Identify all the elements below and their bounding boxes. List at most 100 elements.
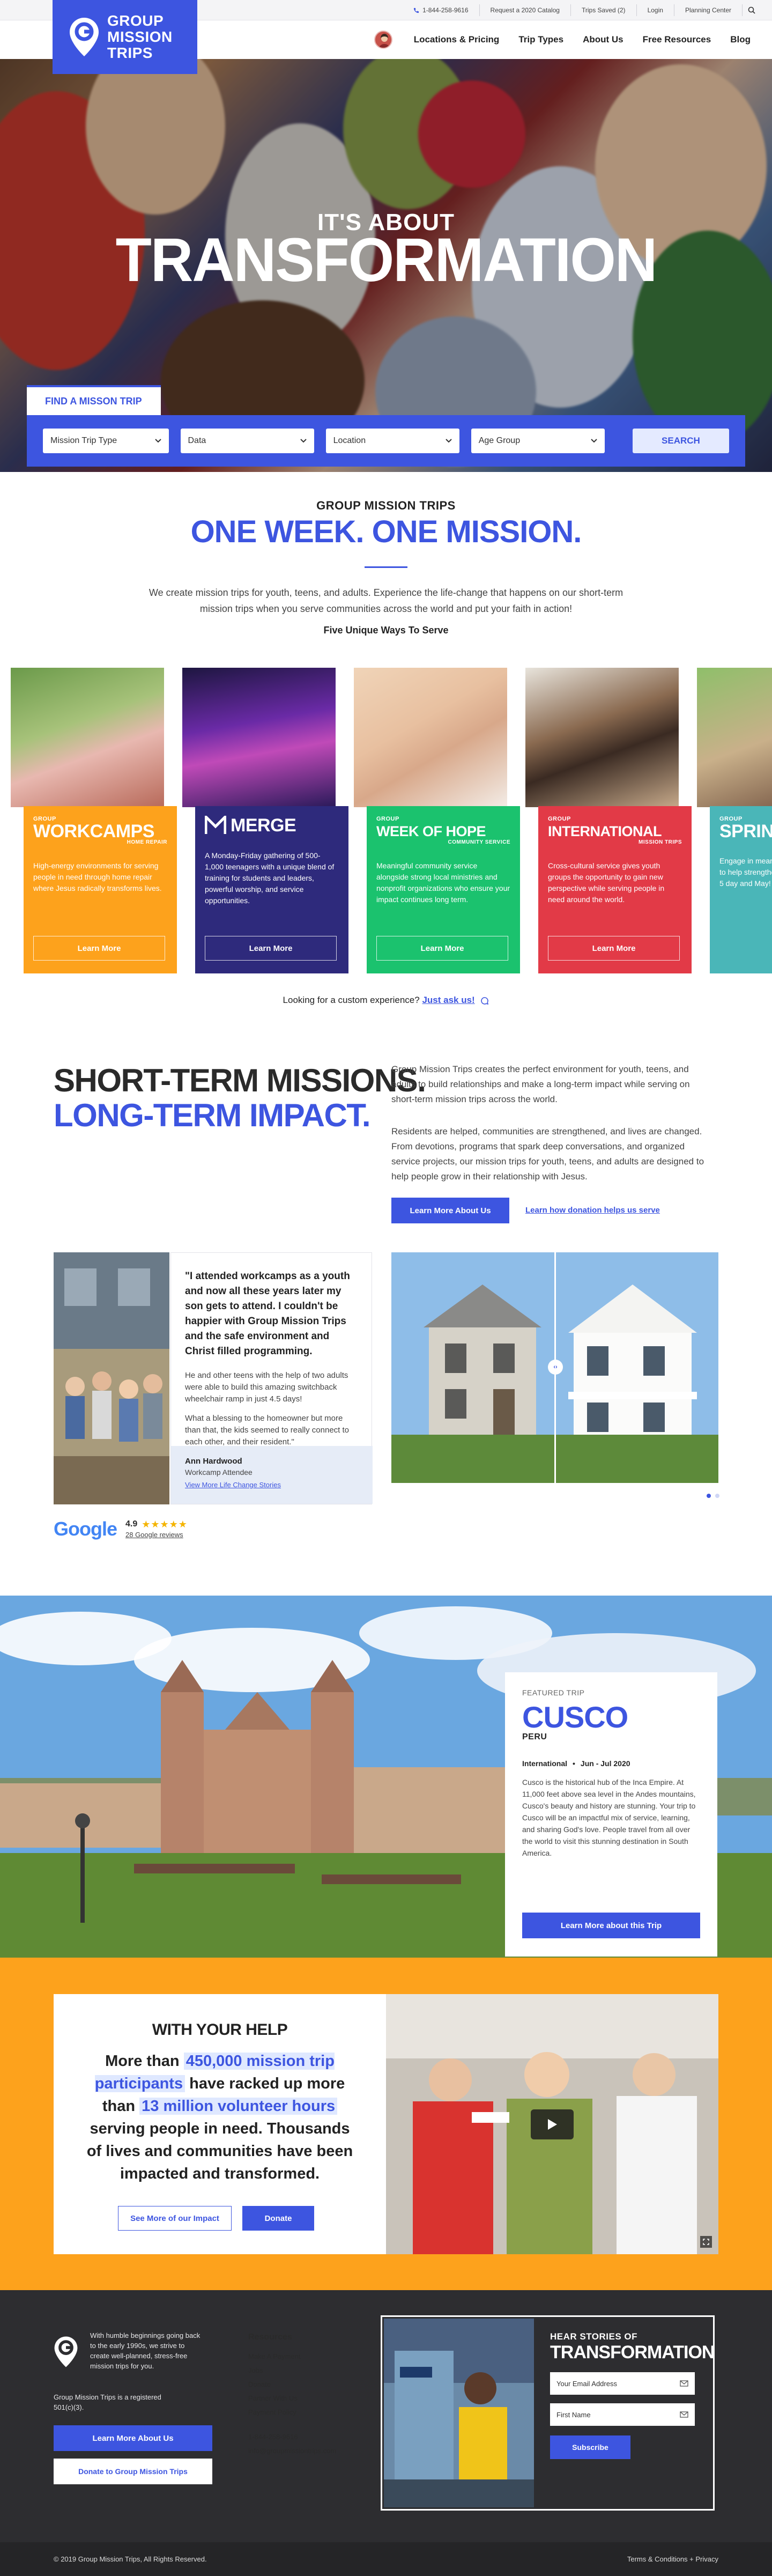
card-desc: Cross-cultural service gives youth group…	[548, 861, 665, 904]
envelope-icon	[680, 2411, 688, 2418]
testimonial-quote: "I attended workcamps as a youth and now…	[185, 1271, 350, 1357]
google-logo: Google	[54, 1518, 117, 1540]
login-link[interactable]: Login	[636, 4, 674, 16]
nav-about[interactable]: About Us	[583, 34, 623, 45]
footer-learn-more-button[interactable]: Learn More About Us	[54, 2425, 212, 2451]
donation-link[interactable]: Learn how donation helps us serve	[525, 1206, 660, 1215]
section-body-2: Residents are helped, communities are st…	[391, 1126, 704, 1182]
ask-us-link[interactable]: Just ask us!	[422, 995, 474, 1005]
newsletter-photo	[384, 2319, 534, 2507]
phone-link[interactable]: 1-844-258-9616	[403, 4, 479, 16]
impact-card: WITH YOUR HELP More than 450,000 mission…	[54, 1994, 386, 2254]
planning-center-link[interactable]: Planning Center	[673, 4, 742, 16]
trip-search-bar: Mission Trip Type Data Location Age Grou…	[27, 415, 745, 467]
card-merge[interactable]: MERGE A Monday-Friday gathering of 500-1…	[182, 668, 348, 973]
nav-trip-types[interactable]: Trip Types	[518, 34, 563, 45]
play-button[interactable]	[531, 2109, 574, 2139]
nav-blog[interactable]: Blog	[730, 34, 751, 45]
card-panel: MERGE A Monday-Friday gathering of 500-1…	[195, 806, 348, 973]
newsletter-title: TRANSFORMATION	[550, 2342, 715, 2363]
chevron-down-icon	[591, 439, 597, 443]
slider-pagination	[707, 1494, 719, 1498]
card-name: WORKCAMPS	[33, 821, 154, 842]
merge-logo-icon	[205, 816, 226, 835]
footer-email[interactable]: info@groupmissiontrips.com	[248, 2444, 336, 2458]
logo-line-1: GROUP	[107, 12, 164, 29]
impact-kicker: WITH YOUR HELP	[152, 2021, 288, 2039]
location-select[interactable]: Location	[325, 429, 459, 453]
learn-more-trip-button[interactable]: Learn More about this Trip	[522, 1913, 700, 1938]
donate-button[interactable]: Donate	[242, 2206, 314, 2231]
custom-text: Looking for a custom experience?	[283, 995, 420, 1005]
card-workcamps[interactable]: GROUP WORKCAMPS HOME REPAIR High-energy …	[11, 668, 177, 973]
learn-more-button[interactable]: Learn More	[548, 936, 680, 961]
google-rating[interactable]: Google 4.9 ★★★★★ 28 Google reviews	[54, 1518, 188, 1540]
logo-pin-icon	[69, 17, 100, 57]
search-button[interactable]	[742, 4, 760, 16]
age-group-select[interactable]: Age Group	[471, 429, 605, 453]
before-after-slider[interactable]: ‹›	[391, 1252, 718, 1483]
card-name: SPRIN	[719, 821, 772, 842]
location-value: Location	[333, 436, 366, 445]
card-spring[interactable]: GROUP SPRIN Engage in meaningful service…	[697, 668, 772, 973]
featured-trip-card: FEATURED TRIP CUSCO PERU International •…	[505, 1672, 717, 1957]
fullscreen-icon[interactable]	[700, 2236, 712, 2248]
name-placeholder: First Name	[556, 2410, 591, 2419]
footer-donate-button[interactable]: Donate to Group Mission Trips	[54, 2459, 212, 2484]
subscribe-button[interactable]: Subscribe	[550, 2435, 630, 2459]
logo-line-2: MISSION	[107, 28, 173, 45]
author-name: Ann Hardwood	[185, 1457, 242, 1466]
card-panel: GROUP WORKCAMPS HOME REPAIR High-energy …	[24, 806, 177, 973]
card-panel: GROUP SPRIN Engage in meaningful service…	[710, 806, 772, 973]
footer-link-payment[interactable]: Make A Payment	[248, 2350, 336, 2364]
impact-statement: More than 450,000 mission trip participa…	[80, 2050, 359, 2185]
card-week-of-hope[interactable]: GROUP WEEK OF HOPE COMMUNITY SERVICE Mea…	[354, 668, 520, 973]
search-submit-button[interactable]: SEARCH	[632, 429, 730, 453]
card-photo	[697, 668, 772, 807]
avatar[interactable]	[374, 31, 392, 49]
dot-active[interactable]	[707, 1494, 711, 1498]
see-impact-button[interactable]: See More of our Impact	[118, 2206, 232, 2231]
site-logo[interactable]: GROUP MISSION TRIPS	[53, 0, 197, 74]
footer-link-donate[interactable]: Donate	[248, 2378, 336, 2392]
trips-saved-link[interactable]: Trips Saved (2)	[570, 4, 636, 16]
card-photo	[11, 668, 164, 807]
life-change-stories-link[interactable]: View More Life Change Stories	[185, 1481, 359, 1489]
card-panel: GROUP INTERNATIONAL MISSION TRIPS Cross-…	[538, 806, 692, 973]
footer-link-policy[interactable]: Payment Policy	[248, 2405, 336, 2419]
learn-more-button[interactable]: Learn More	[205, 936, 337, 961]
google-reviews-link[interactable]: 28 Google reviews	[125, 1531, 183, 1539]
nav-locations[interactable]: Locations & Pricing	[414, 34, 500, 45]
intro-subtitle: Five Unique Ways To Serve	[323, 625, 449, 636]
divider	[365, 566, 407, 568]
newsletter-name-input[interactable]: First Name	[550, 2403, 695, 2426]
learn-more-button[interactable]: Learn More	[33, 936, 165, 961]
catalog-link[interactable]: Request a 2020 Catalog	[479, 4, 570, 16]
slider-handle[interactable]: ‹›	[548, 1360, 563, 1375]
legal-links[interactable]: Terms & Conditions + Privacy	[627, 2555, 718, 2563]
testimonial-card: "I attended workcamps as a youth and now…	[170, 1252, 373, 1504]
author-role: Workcamp Attendee	[185, 1468, 253, 1477]
impact-video[interactable]	[386, 1994, 718, 2254]
card-international[interactable]: GROUP INTERNATIONAL MISSION TRIPS Cross-…	[525, 668, 692, 973]
footer-resources: Resources Make A Payment Jobs Donate Par…	[248, 2330, 336, 2458]
footer-phone[interactable]: 1-844-258-9616	[248, 2430, 336, 2444]
testimonial-photo	[54, 1252, 169, 1504]
learn-more-button[interactable]: Learn More	[376, 936, 508, 961]
nav-resources[interactable]: Free Resources	[643, 34, 711, 45]
trip-type-select[interactable]: Mission Trip Type	[43, 429, 169, 453]
age-group-value: Age Group	[478, 436, 521, 445]
card-photo	[182, 668, 336, 807]
featured-meta: International • Jun - Jul 2020	[522, 1759, 700, 1768]
newsletter-email-input[interactable]: Your Email Address	[550, 2372, 695, 2395]
dot[interactable]	[715, 1494, 719, 1498]
footer-link-partner[interactable]: Partner With Us	[248, 2392, 336, 2405]
learn-more-about-us-button[interactable]: Learn More About Us	[391, 1198, 509, 1223]
trip-type-value: Mission Trip Type	[50, 436, 117, 445]
card-desc: Meaningful community service alongside s…	[376, 861, 510, 904]
newsletter-form: HEAR STORIES OF TRANSFORMATION Your Emai…	[534, 2319, 715, 2507]
date-select[interactable]: Data	[180, 429, 314, 453]
footer-link-jobs[interactable]: Jobs	[248, 2364, 336, 2378]
section-title-line2: LONG-TERM IMPACT.	[54, 1097, 371, 1133]
find-trip-tab: FIND A MISSON TRIP	[27, 385, 161, 415]
